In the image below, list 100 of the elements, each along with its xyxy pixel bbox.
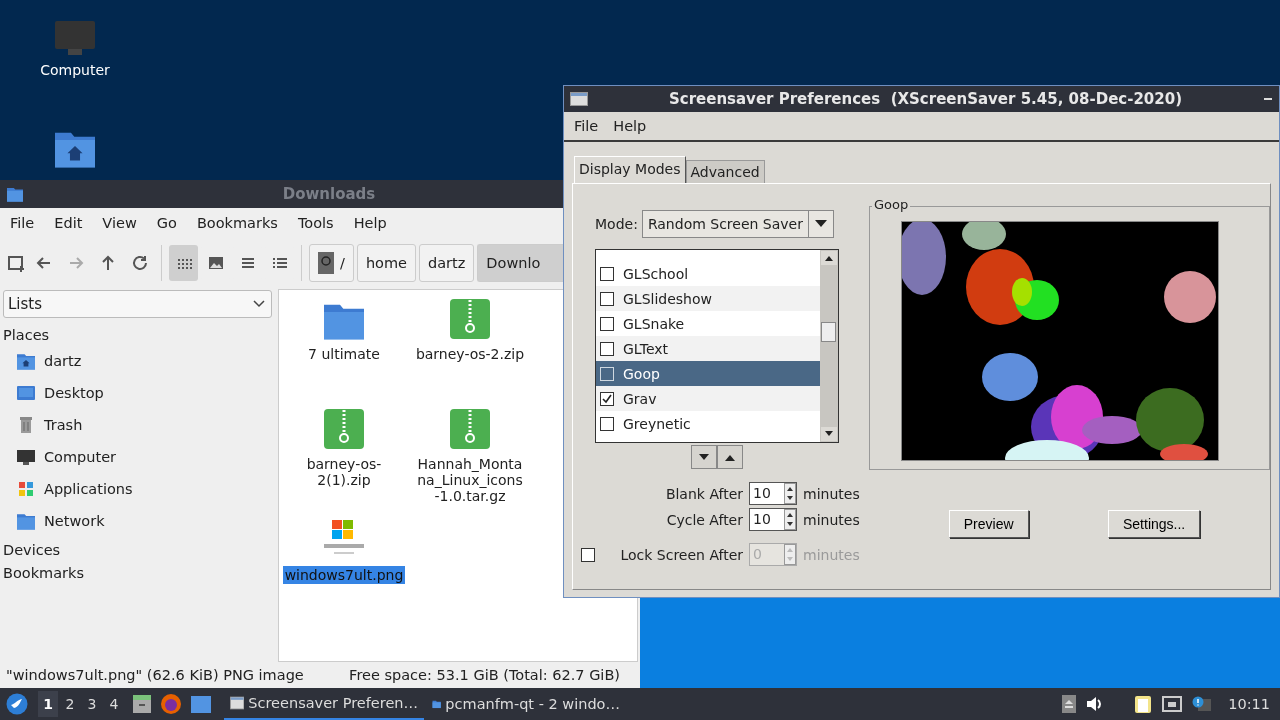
mode-row[interactable]: Greynetic: [596, 411, 820, 436]
dialog-button[interactable]: Settings...: [1108, 510, 1201, 538]
task-button[interactable]: Screensaver Preferen…: [224, 688, 424, 720]
scroll-down-icon: [820, 426, 838, 442]
place-item[interactable]: Computer: [44, 449, 117, 465]
scroll-up-icon: [820, 250, 838, 266]
file-cabinet-icon: [132, 694, 152, 714]
computer-icon: [54, 20, 96, 58]
window-title: Downloads: [281, 185, 377, 203]
section-header[interactable]: Bookmarks: [0, 560, 275, 583]
checkbox[interactable]: [600, 341, 614, 356]
path-button[interactable]: Downlo: [477, 244, 563, 282]
clipboard-icon: [1134, 694, 1153, 714]
section-header[interactable]: Places: [0, 322, 275, 345]
menu-item[interactable]: File: [0, 215, 45, 231]
image-icon: [206, 254, 225, 272]
unit-label: minutes: [803, 511, 861, 528]
view-mode-button[interactable]: [169, 245, 198, 281]
scrollbar-thumb[interactable]: [821, 322, 836, 342]
menu-item[interactable]: Tools: [287, 215, 344, 231]
place-item[interactable]: dartz: [44, 353, 82, 369]
mode-row[interactable]: GLText: [596, 336, 820, 361]
task-button[interactable]: pcmanfm-qt - 2 windo…: [426, 688, 626, 720]
menu-item[interactable]: Help: [603, 118, 652, 134]
network-wired-icon: [1162, 696, 1183, 712]
network-folder-icon: [16, 512, 36, 530]
checkbox[interactable]: [600, 291, 614, 306]
workspace-button[interactable]: 1: [38, 691, 58, 717]
checkbox[interactable]: [600, 391, 614, 406]
place-item[interactable]: Desktop: [44, 385, 104, 401]
side-pane-select[interactable]: Lists: [3, 290, 272, 318]
menu-item[interactable]: Help: [343, 215, 397, 231]
menu-item[interactable]: Edit: [44, 215, 93, 231]
timer-label: Blank After: [665, 485, 743, 502]
mode-row[interactable]: GLSnake: [596, 311, 820, 336]
drive-icon: [318, 252, 334, 274]
workspace-button[interactable]: 4: [104, 691, 124, 717]
minutes-spinbox[interactable]: 10: [749, 482, 797, 505]
mode-row[interactable]: Goop: [596, 361, 820, 386]
mode-label: Mode:: [595, 216, 638, 232]
zip-archive-icon: [449, 408, 491, 450]
mode-row[interactable]: GLSchool: [596, 261, 820, 286]
workspace-button[interactable]: 3: [82, 691, 102, 717]
file-name[interactable]: Hannah_Montana_Linux_icons-1.0.tar.gz: [415, 456, 525, 505]
folder-launcher-icon: [190, 694, 212, 714]
eject-icon: [1062, 695, 1077, 713]
menu-item[interactable]: File: [564, 118, 604, 134]
zip-archive-icon: [323, 408, 365, 450]
file-name[interactable]: 7 ultimate: [289, 346, 399, 363]
checkbox[interactable]: [600, 416, 614, 431]
browser-icon: [160, 693, 182, 715]
apps-grid-icon: [16, 480, 36, 498]
minutes-spinbox[interactable]: 10: [749, 508, 797, 531]
scrollbar[interactable]: [820, 250, 838, 442]
monitor-icon: [16, 448, 36, 466]
timer-label: Cycle After: [666, 511, 743, 528]
window-icon: [230, 695, 245, 711]
menu-item[interactable]: Bookmarks: [186, 215, 288, 231]
desktop-icon: [16, 384, 36, 402]
path-button[interactable]: dartz: [419, 244, 475, 282]
tab[interactable]: Display Modes: [574, 156, 686, 183]
dropdown-arrow-icon: [814, 220, 827, 228]
move-down-button[interactable]: [691, 445, 717, 469]
window-folder-icon: [6, 186, 24, 202]
dialog-button[interactable]: Preview: [948, 510, 1029, 538]
move-up-button[interactable]: [717, 445, 743, 469]
chevron-down-icon: [253, 300, 265, 308]
unit-label: minutes: [803, 546, 861, 563]
tab[interactable]: Advanced: [685, 160, 765, 183]
menu-item[interactable]: Go: [146, 215, 187, 231]
place-item[interactable]: Applications: [44, 481, 133, 497]
spin-arrows-icon: [784, 509, 796, 530]
window-icon: [570, 92, 588, 106]
spin-arrows-icon: [784, 483, 796, 504]
down-triangle-icon: [699, 453, 709, 461]
mode-dropdown[interactable]: Random Screen Saver: [641, 210, 834, 238]
checkbox[interactable]: [600, 266, 614, 281]
menu-item[interactable]: View: [92, 215, 147, 231]
frame-title: Goop: [872, 197, 911, 212]
spin-arrows-icon: [784, 544, 796, 565]
free-space-text: Free space: 53.1 GiB (Total: 62.7 GiB): [349, 667, 620, 683]
new-tab-icon: [6, 253, 26, 273]
path-button[interactable]: /: [309, 244, 354, 282]
checkbox[interactable]: [600, 316, 614, 331]
section-header[interactable]: Devices: [0, 537, 275, 560]
clock: 10:11: [1228, 696, 1270, 712]
place-item[interactable]: Network: [44, 513, 105, 529]
zip-archive-icon: [449, 298, 491, 340]
up-triangle-icon: [725, 453, 735, 461]
file-name[interactable]: barney-os-2.zip: [415, 346, 525, 363]
file-name[interactable]: barney-os-2(1).zip: [289, 456, 399, 489]
path-button[interactable]: home: [356, 244, 416, 282]
file-name[interactable]: windows7ult.png: [282, 566, 406, 585]
mode-row[interactable]: Grav: [596, 386, 820, 411]
workspace-button[interactable]: 2: [60, 691, 80, 717]
mode-row[interactable]: GLSlideshow: [596, 286, 820, 311]
timer-label: Lock Screen After: [620, 546, 743, 563]
notification-icon: [1192, 696, 1213, 712]
place-item[interactable]: Trash: [44, 417, 83, 433]
desktop-icon-label[interactable]: Computer: [40, 62, 110, 78]
